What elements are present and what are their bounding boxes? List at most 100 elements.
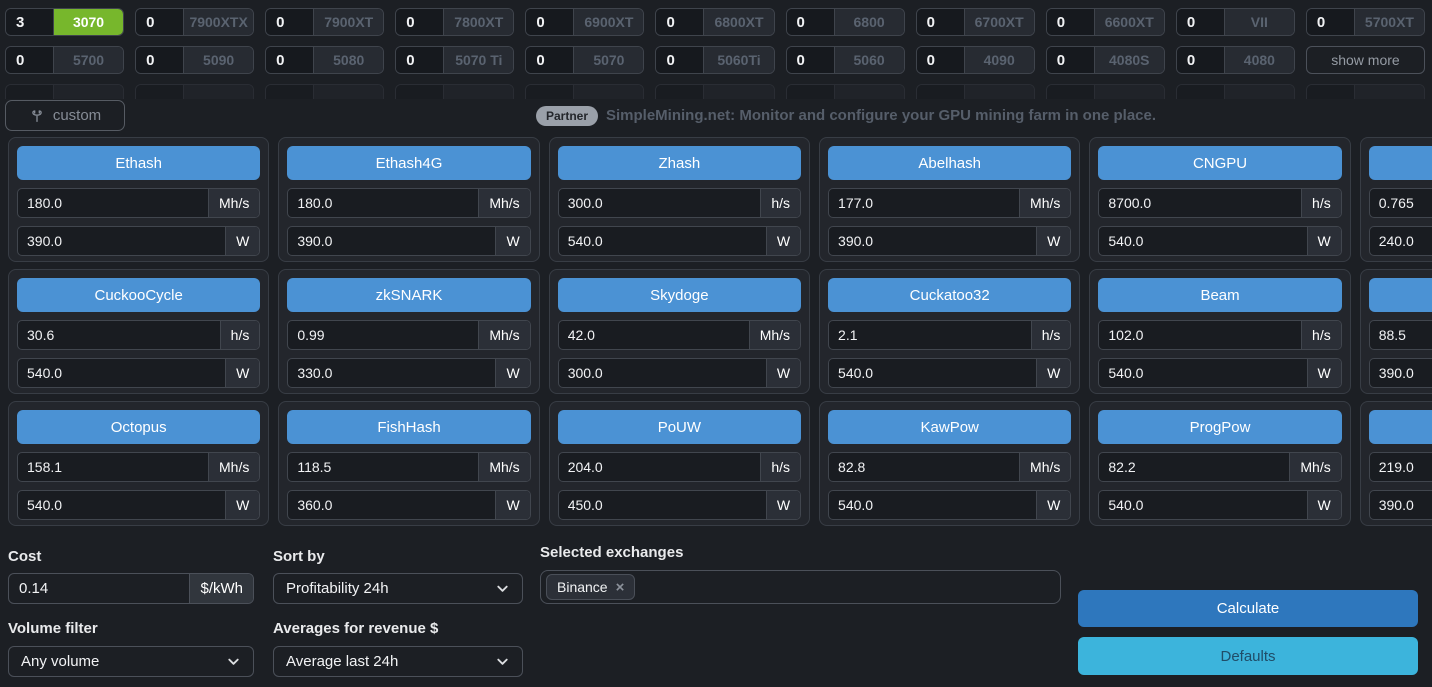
gpu-count-input[interactable] (136, 47, 184, 73)
gpu-count-input[interactable] (526, 47, 574, 73)
gpu-toggle-button[interactable]: 5060Ti (704, 47, 773, 73)
gpu-toggle-button[interactable]: 4080S (1095, 47, 1164, 73)
gpu-toggle-button[interactable]: 6800XT (704, 9, 773, 35)
power-input[interactable] (559, 227, 766, 255)
algorithm-button[interactable]: KawPow (828, 410, 1071, 444)
gpu-count-input[interactable] (787, 9, 835, 35)
power-input[interactable] (1099, 359, 1306, 387)
gpu-toggle-button[interactable]: 6900XT (574, 9, 643, 35)
gpu-toggle-button[interactable]: 5700XT (1355, 9, 1424, 35)
gpu-toggle-button[interactable]: 7900XT (314, 9, 383, 35)
power-input[interactable] (288, 491, 495, 519)
algorithm-button[interactable]: Octopus (17, 410, 260, 444)
power-input[interactable] (1370, 227, 1432, 255)
volume-filter-select[interactable]: Any volume (8, 646, 254, 677)
power-input[interactable] (559, 359, 766, 387)
gpu-count-input[interactable] (136, 9, 184, 35)
gpu-count-input[interactable] (787, 47, 835, 73)
power-input[interactable] (1099, 491, 1306, 519)
gpu-toggle-button[interactable]: 7900XTX (184, 9, 253, 35)
gpu-toggle-button[interactable]: 6800 (835, 9, 904, 35)
gpu-count-input[interactable] (266, 9, 314, 35)
gpu-count-input[interactable] (6, 9, 54, 35)
hashrate-input[interactable] (288, 321, 478, 349)
hashrate-input[interactable] (829, 321, 1031, 349)
gpu-count-input[interactable] (656, 47, 704, 73)
calculate-button[interactable]: Calculate (1078, 590, 1418, 627)
gpu-count-input[interactable] (917, 9, 965, 35)
gpu-count-input[interactable] (396, 9, 444, 35)
hashrate-input[interactable] (1370, 189, 1432, 217)
gpu-count-input[interactable] (526, 9, 574, 35)
algorithm-button[interactable]: zkSNARK (287, 278, 530, 312)
defaults-button[interactable]: Defaults (1078, 637, 1418, 675)
power-input[interactable] (288, 227, 495, 255)
gpu-count-input[interactable] (6, 47, 54, 73)
power-input[interactable] (18, 359, 225, 387)
power-input[interactable] (18, 227, 225, 255)
partner-link-text[interactable]: SimpleMining.net: Monitor and configure … (606, 107, 1156, 124)
algorithm-button[interactable]: Beam (1098, 278, 1341, 312)
gpu-count-input[interactable] (1307, 9, 1355, 35)
hashrate-input[interactable] (1099, 321, 1301, 349)
hashrate-input[interactable] (1370, 321, 1432, 349)
power-input[interactable] (829, 359, 1036, 387)
gpu-toggle-button[interactable]: 7800XT (444, 9, 513, 35)
gpu-count-input[interactable] (266, 47, 314, 73)
power-input[interactable] (1099, 227, 1306, 255)
gpu-count-input[interactable] (396, 47, 444, 73)
gpu-toggle-button[interactable]: 5070 Ti (444, 47, 513, 73)
power-input[interactable] (18, 491, 225, 519)
gpu-toggle-button[interactable]: 5090 (184, 47, 253, 73)
gpu-toggle-button[interactable]: VII (1225, 9, 1294, 35)
algorithm-button[interactable]: CNGPU (1098, 146, 1341, 180)
algorithm-button[interactable]: Hoohash (1369, 146, 1432, 180)
gpu-count-input[interactable] (917, 47, 965, 73)
gpu-toggle-button[interactable]: 6700XT (965, 9, 1034, 35)
custom-button[interactable]: custom (5, 100, 125, 131)
hashrate-input[interactable] (559, 453, 761, 481)
hashrate-input[interactable] (18, 321, 220, 349)
algorithm-button[interactable]: Zhash (558, 146, 801, 180)
hashrate-input[interactable] (829, 189, 1019, 217)
remove-tag-icon[interactable] (616, 580, 625, 595)
algorithm-button[interactable]: Ethash4G (287, 146, 530, 180)
hashrate-input[interactable] (559, 189, 761, 217)
gpu-count-input[interactable] (1177, 47, 1225, 73)
hashrate-input[interactable] (1099, 189, 1301, 217)
gpu-count-input[interactable] (1177, 9, 1225, 35)
algorithm-button[interactable]: Cuckatoo32 (828, 278, 1071, 312)
gpu-count-input[interactable] (1047, 9, 1095, 35)
gpu-toggle-button[interactable]: 5070 (574, 47, 643, 73)
power-input[interactable] (288, 359, 495, 387)
hashrate-input[interactable] (288, 453, 478, 481)
algorithm-button[interactable]: CuckooCycle (17, 278, 260, 312)
algorithm-button[interactable]: Xelishashv2 (1369, 278, 1432, 312)
power-input[interactable] (829, 491, 1036, 519)
power-input[interactable] (829, 227, 1036, 255)
gpu-toggle-button[interactable]: 5060 (835, 47, 904, 73)
sort-by-select[interactable]: Profitability 24h (273, 573, 523, 604)
algorithm-button[interactable]: FishHash (287, 410, 530, 444)
hashrate-input[interactable] (829, 453, 1019, 481)
hashrate-input[interactable] (1099, 453, 1289, 481)
algorithm-button[interactable]: Ethash (17, 146, 260, 180)
gpu-toggle-button[interactable]: 4080 (1225, 47, 1294, 73)
selected-exchanges-input[interactable]: Binance (540, 570, 1061, 604)
hashrate-input[interactable] (18, 189, 208, 217)
power-input[interactable] (1370, 359, 1432, 387)
gpu-count-input[interactable] (656, 9, 704, 35)
gpu-toggle-button[interactable]: 4090 (965, 47, 1034, 73)
gpu-toggle-button[interactable]: 3070 (54, 9, 123, 35)
algorithm-button[interactable]: Abelhash (828, 146, 1071, 180)
power-input[interactable] (1370, 491, 1432, 519)
power-input[interactable] (559, 491, 766, 519)
cost-input[interactable] (9, 574, 189, 603)
gpu-toggle-button[interactable]: 6600XT (1095, 9, 1164, 35)
show-more-button[interactable]: show more (1306, 46, 1425, 74)
algorithm-button[interactable]: Skydoge (558, 278, 801, 312)
gpu-toggle-button[interactable]: 5700 (54, 47, 123, 73)
hashrate-input[interactable] (18, 453, 208, 481)
hashrate-input[interactable] (288, 189, 478, 217)
algorithm-button[interactable]: ProgPow (1098, 410, 1341, 444)
